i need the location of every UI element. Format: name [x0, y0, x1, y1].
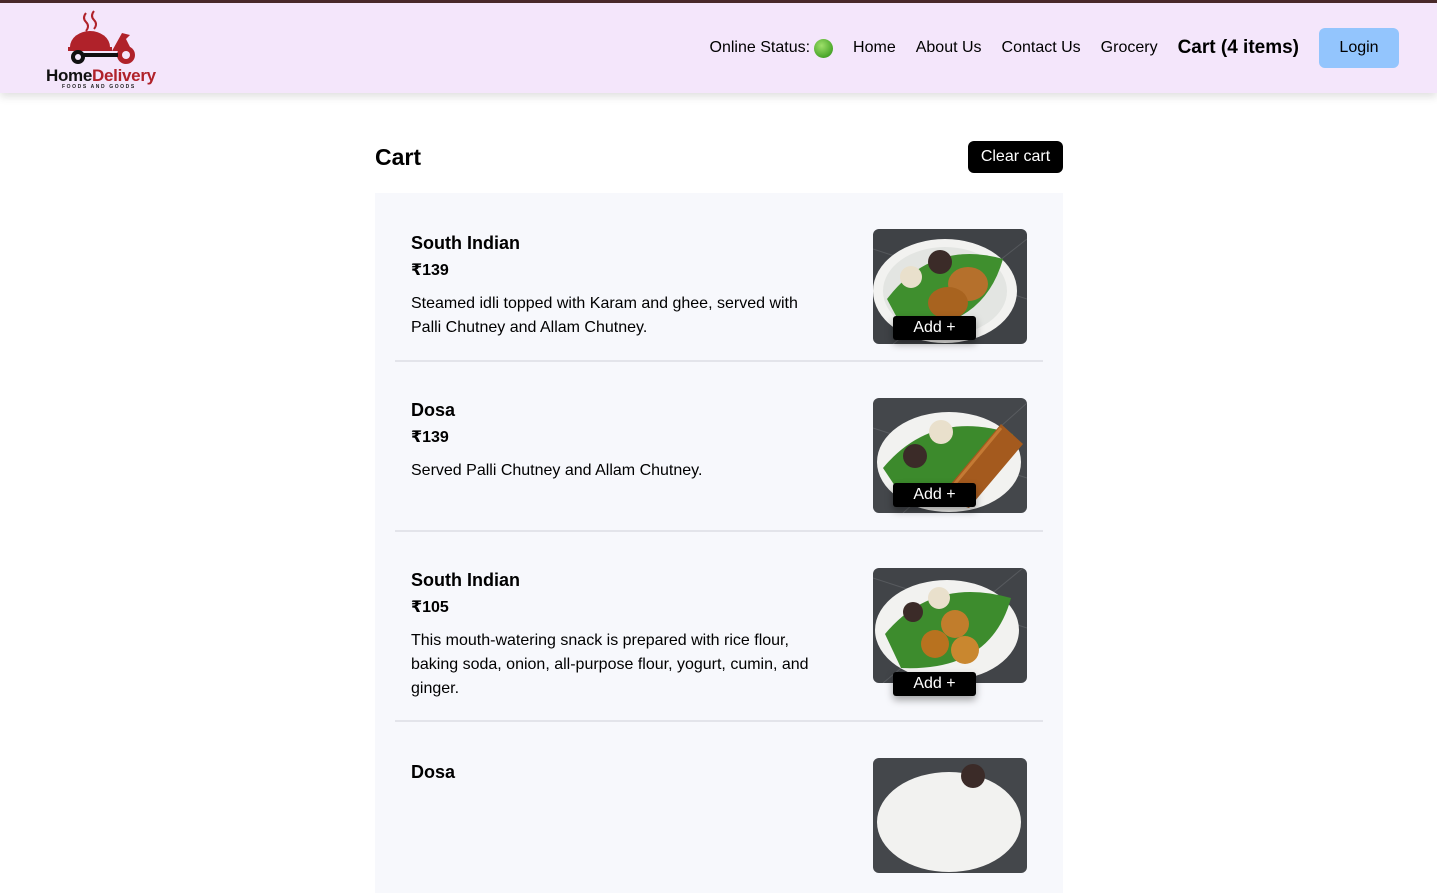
cart-item: South Indian ₹139 Steamed idli topped wi… — [395, 213, 1043, 362]
add-item-button[interactable]: Add + — [893, 483, 976, 507]
cart-item-info: South Indian ₹105 This mouth-watering sn… — [411, 570, 831, 701]
item-description: Served Palli Chutney and Allam Chutney. — [411, 462, 703, 479]
logo-word-delivery: Delivery — [92, 66, 156, 85]
item-description: This mouth-watering snack is prepared wi… — [411, 632, 809, 697]
green-dot-icon — [814, 38, 834, 58]
item-price: ₹139 — [411, 429, 449, 446]
item-name: South Indian — [411, 570, 520, 590]
login-button[interactable]: Login — [1319, 28, 1399, 68]
nav-home-link[interactable]: Home — [853, 39, 896, 57]
add-item-button[interactable]: Add + — [893, 672, 976, 696]
nav-grocery-link[interactable]: Grocery — [1101, 39, 1158, 57]
logo-wordmark: HomeDelivery — [46, 66, 156, 86]
item-price: ₹139 — [411, 262, 449, 279]
clear-cart-button[interactable]: Clear cart — [968, 141, 1063, 173]
online-status: Online Status: — [709, 38, 834, 58]
nav-contact-link[interactable]: Contact Us — [1002, 39, 1081, 57]
nav-about-link[interactable]: About Us — [916, 39, 982, 57]
item-name: South Indian — [411, 233, 520, 253]
item-price: ₹105 — [411, 599, 449, 616]
cart-item: Dosa — [395, 722, 1043, 893]
site-header: HomeDelivery FOODS AND GOODS Online Stat… — [0, 3, 1437, 93]
item-description: Steamed idli topped with Karam and ghee,… — [411, 295, 798, 336]
online-status-label: Online Status: — [709, 39, 811, 56]
scooter-cloche-icon — [68, 10, 135, 64]
cart-item-info: Dosa ₹139 Served Palli Chutney and Allam… — [411, 400, 831, 483]
item-name: Dosa — [411, 400, 456, 420]
page-title: Cart — [375, 144, 422, 170]
cart-item-list: South Indian ₹139 Steamed idli topped wi… — [375, 193, 1063, 893]
logo[interactable]: HomeDelivery FOODS AND GOODS — [46, 9, 166, 90]
cart-item: South Indian ₹105 This mouth-watering sn… — [395, 532, 1043, 722]
logo-tagline: FOODS AND GOODS — [62, 84, 136, 90]
cart-header: Cart Clear cart — [375, 130, 1063, 186]
cart-item: Dosa ₹139 Served Palli Chutney and Allam… — [395, 362, 1043, 532]
cart-item-info: South Indian ₹139 Steamed idli topped wi… — [411, 233, 831, 340]
cart-page: Cart Clear cart South Indian ₹139 Steame… — [375, 130, 1063, 893]
main-nav: Online Status: Home About Us Contact Us … — [690, 28, 1399, 68]
nav-cart-link[interactable]: Cart (4 items) — [1178, 37, 1299, 59]
bonda-plate-image — [873, 568, 1027, 683]
add-item-button[interactable]: Add + — [893, 316, 976, 340]
dosa-plate-image — [873, 758, 1027, 873]
logo-word-home: Home — [46, 66, 93, 85]
